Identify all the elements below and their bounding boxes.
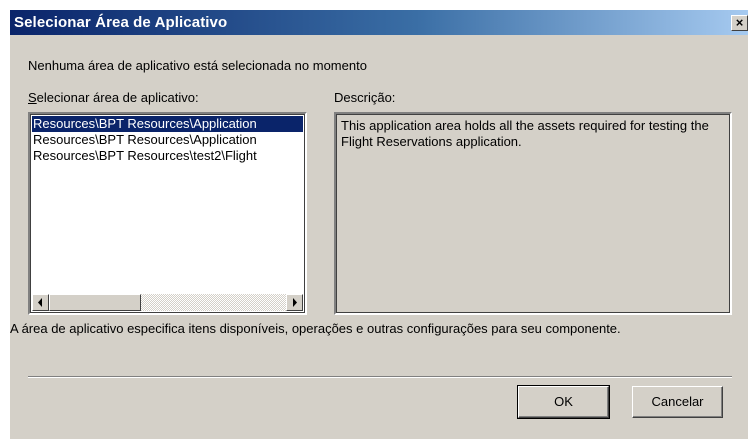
close-button[interactable]: × xyxy=(731,15,748,31)
arrow-right-icon xyxy=(293,298,297,307)
title-bar[interactable]: Selecionar Área de Aplicativo × xyxy=(10,10,748,35)
application-area-list[interactable]: Resources\BPT Resources\Application Resou… xyxy=(32,116,303,294)
list-item[interactable]: Resources\BPT Resources\Application xyxy=(32,116,303,132)
area-list-label: Selecionar área de aplicativo: xyxy=(28,90,199,105)
scroll-right-button[interactable] xyxy=(286,294,303,311)
dialog-title: Selecionar Área de Aplicativo xyxy=(14,14,228,31)
description-box: This application area holds all the asse… xyxy=(334,112,732,315)
arrow-left-icon xyxy=(38,298,42,307)
horizontal-scrollbar[interactable] xyxy=(32,294,303,311)
list-item[interactable]: Resources\BPT Resources\test2\Flight xyxy=(32,148,303,164)
description-text: This application area holds all the asse… xyxy=(341,118,709,149)
separator xyxy=(28,376,732,378)
description-label: Descrição: xyxy=(334,90,396,105)
info-text: A área de aplicativo especifica itens di… xyxy=(10,321,621,336)
ok-button[interactable]: OK xyxy=(517,385,610,419)
selection-status-text: Nenhuma área de aplicativo está selecion… xyxy=(28,58,367,73)
application-area-listbox[interactable]: Resources\BPT Resources\Application Resou… xyxy=(28,112,307,315)
dialog-window: Selecionar Área de Aplicativo × Nenhuma … xyxy=(9,9,748,439)
scroll-thumb[interactable] xyxy=(49,294,141,311)
close-icon: × xyxy=(735,15,744,30)
cancel-button[interactable]: Cancelar xyxy=(632,386,723,418)
list-item[interactable]: Resources\BPT Resources\Application xyxy=(32,132,303,148)
scroll-left-button[interactable] xyxy=(32,294,49,311)
